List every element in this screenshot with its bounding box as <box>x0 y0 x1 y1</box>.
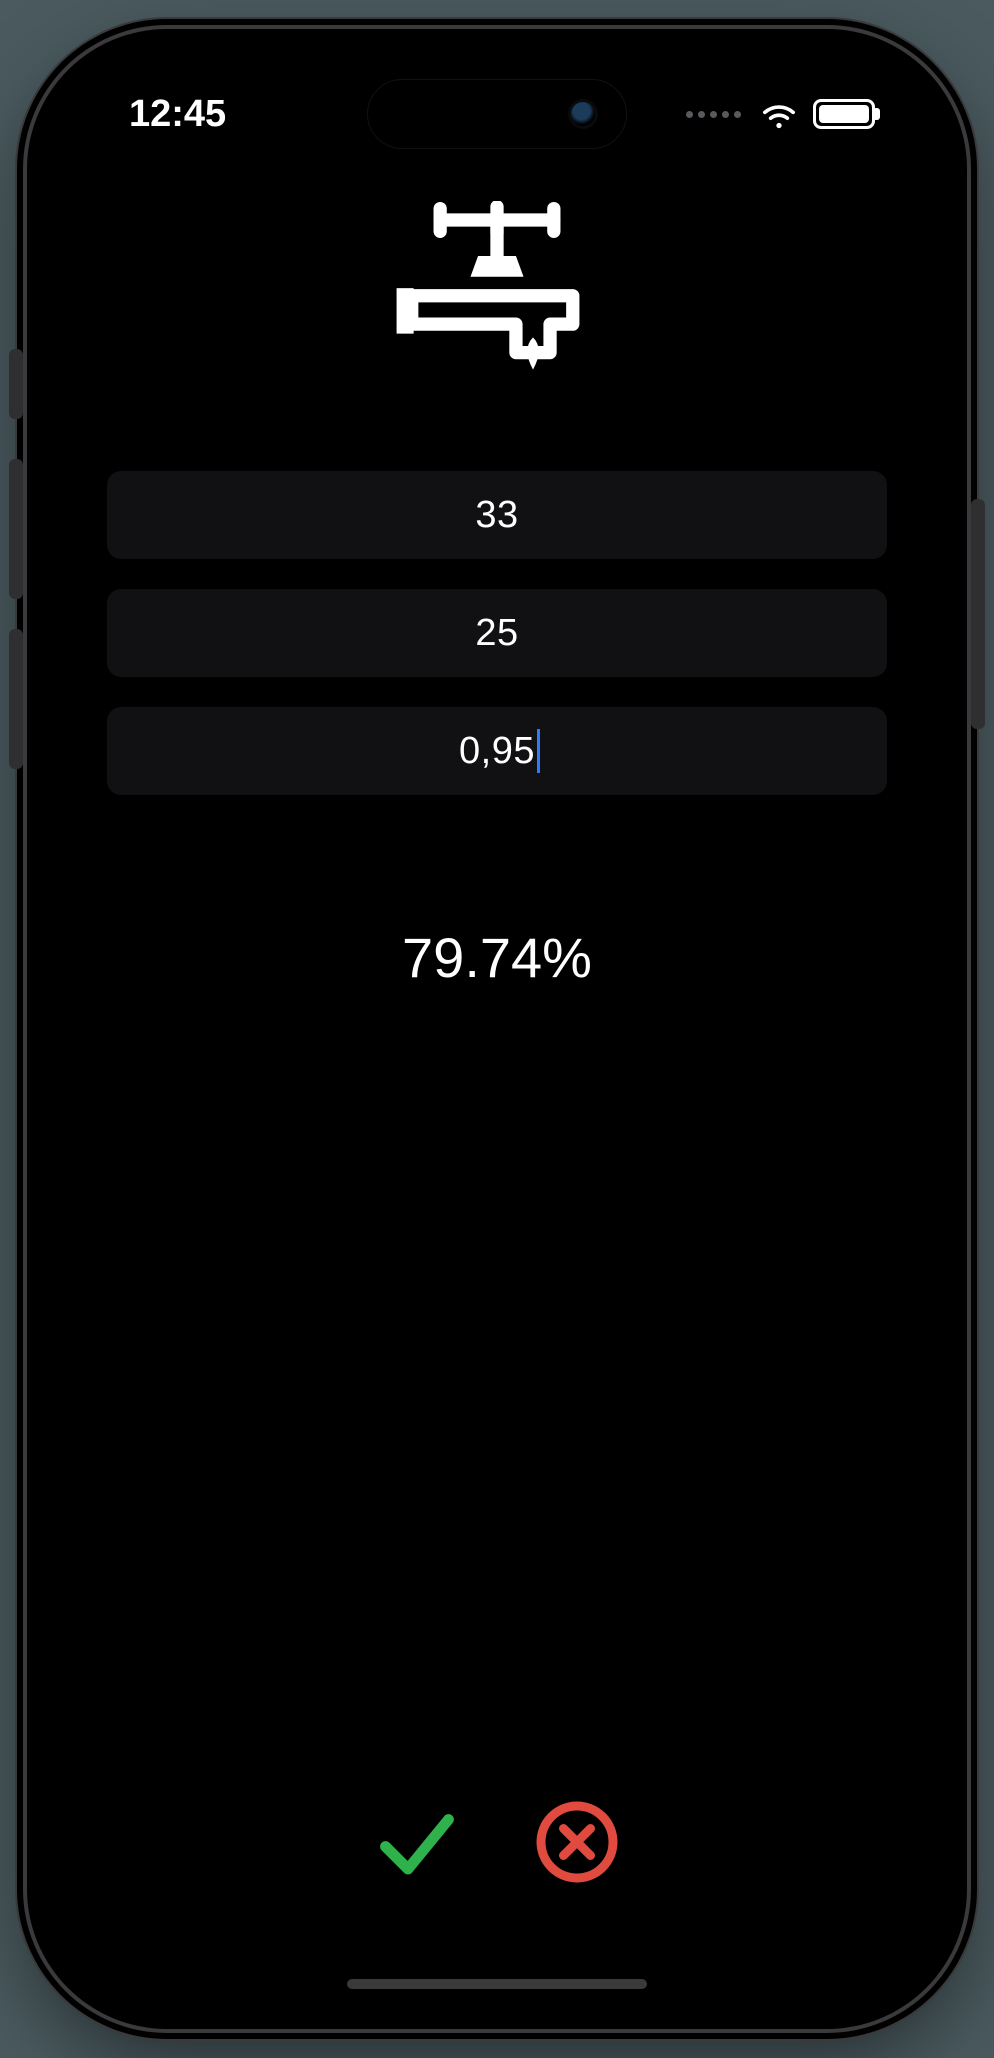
input-field-2[interactable]: 25 <box>107 589 887 677</box>
side-button <box>9 459 23 599</box>
result-value: 79.74% <box>402 925 592 990</box>
side-button <box>9 349 23 419</box>
app-content: 33 25 0,95 79.74% <box>49 51 945 2007</box>
side-button <box>9 629 23 769</box>
confirm-button[interactable] <box>372 1797 462 1887</box>
faucet-icon <box>382 201 612 381</box>
action-bar <box>372 1797 622 1887</box>
input-field-1[interactable]: 33 <box>107 471 887 559</box>
phone-frame: 12:45 <box>27 29 967 2029</box>
screen: 12:45 <box>49 51 945 2007</box>
input-value: 25 <box>475 612 518 655</box>
cancel-button[interactable] <box>532 1797 622 1887</box>
home-indicator[interactable] <box>347 1979 647 1989</box>
side-button <box>971 499 985 729</box>
input-value: 0,95 <box>459 730 535 773</box>
input-group: 33 25 0,95 <box>107 471 887 795</box>
input-value: 33 <box>475 494 518 537</box>
text-caret <box>537 729 540 773</box>
input-field-3[interactable]: 0,95 <box>107 707 887 795</box>
